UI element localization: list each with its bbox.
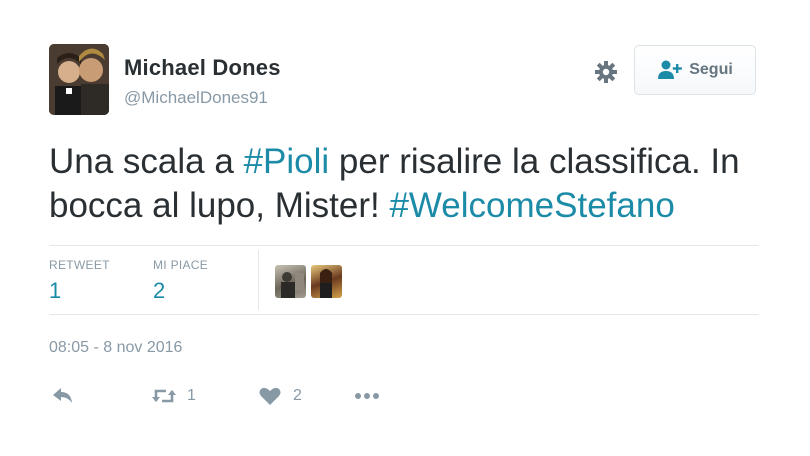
gear-icon[interactable] <box>594 60 618 84</box>
retweet-button[interactable]: 1 <box>151 384 196 408</box>
retweet-stat-count: 1 <box>49 278 62 303</box>
heart-icon <box>257 384 283 408</box>
more-button[interactable] <box>354 384 380 408</box>
divider <box>49 314 759 315</box>
author-avatar[interactable] <box>49 44 109 115</box>
more-icon <box>354 384 380 408</box>
like-stat[interactable]: MI PIACE 2 <box>153 258 208 304</box>
hashtag-link[interactable]: #WelcomeStefano <box>389 186 674 225</box>
retweet-icon <box>151 384 177 408</box>
avatar-photo <box>49 44 109 115</box>
like-stat-label: MI PIACE <box>153 258 209 272</box>
stat-separator <box>258 250 259 310</box>
reply-icon <box>50 384 76 408</box>
retweet-stat-label: RETWEET <box>49 258 110 272</box>
add-user-icon <box>657 59 683 81</box>
like-stat-count: 2 <box>153 278 166 303</box>
liker-avatar[interactable] <box>311 265 342 298</box>
tweet-text: Una scala a #Pioli per risalire la class… <box>49 140 769 228</box>
follow-button[interactable]: Segui <box>634 45 756 95</box>
hashtag-link[interactable]: #Pioli <box>244 142 330 181</box>
author-handle[interactable]: @MichaelDones91 <box>124 88 268 108</box>
tweet-card: Michael Dones @MichaelDones91 Segui Una … <box>0 0 810 456</box>
like-button[interactable]: 2 <box>257 384 302 408</box>
tweet-text-part: Una scala a <box>49 142 244 181</box>
retweet-count: 1 <box>187 387 196 404</box>
author-name[interactable]: Michael Dones <box>124 55 281 81</box>
reply-button[interactable] <box>50 384 76 408</box>
like-count: 2 <box>293 387 302 404</box>
divider <box>49 245 759 246</box>
retweet-stat[interactable]: RETWEET 1 <box>49 258 110 304</box>
tweet-timestamp[interactable]: 08:05 - 8 nov 2016 <box>49 339 182 357</box>
follow-button-label: Segui <box>689 61 733 78</box>
liker-avatar[interactable] <box>275 265 306 298</box>
